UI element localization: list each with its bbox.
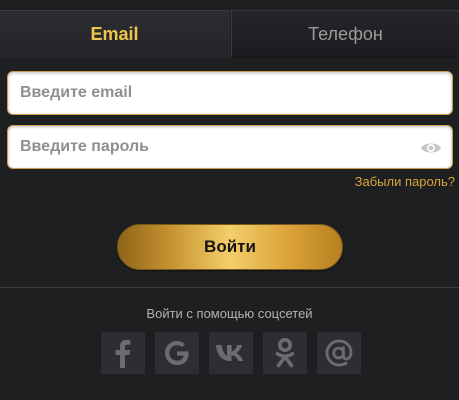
login-tabs: Email Телефон: [0, 10, 459, 58]
mail-at-icon[interactable]: [317, 332, 361, 374]
odnoklassniki-icon[interactable]: [263, 332, 307, 374]
password-input[interactable]: [8, 126, 452, 168]
eye-icon[interactable]: [420, 138, 442, 158]
login-button[interactable]: Войти: [117, 224, 343, 270]
google-icon[interactable]: [155, 332, 199, 374]
social-icons-row: [101, 332, 361, 374]
tab-phone[interactable]: Телефон: [231, 10, 459, 58]
divider: [0, 287, 459, 288]
email-input[interactable]: [8, 72, 452, 114]
tab-email[interactable]: Email: [0, 10, 230, 58]
vk-icon[interactable]: [209, 332, 253, 374]
password-field-wrapper: [7, 125, 453, 169]
facebook-icon[interactable]: [101, 332, 145, 374]
social-login-label: Войти с помощью соцсетей: [146, 306, 313, 321]
email-field-wrapper: [7, 71, 453, 115]
forgot-password-link[interactable]: Забыли пароль?: [355, 174, 455, 189]
